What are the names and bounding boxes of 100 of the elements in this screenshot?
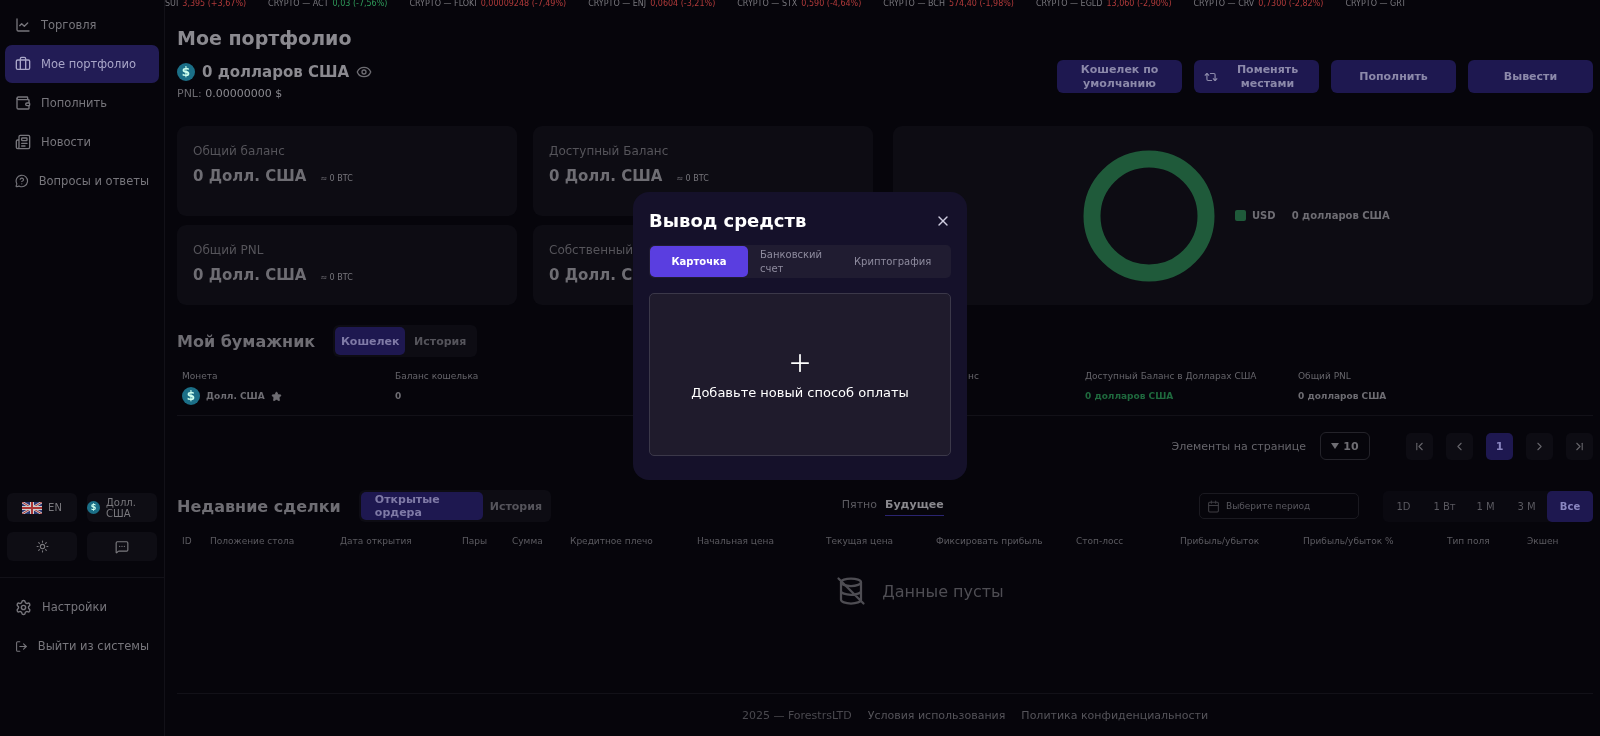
currency-label: Долл. США [106,496,137,519]
market-tab[interactable]: Будущее [885,496,944,516]
ticker-value: 13,060 (-2,90%) [1106,0,1172,8]
ticker-item: CRYPTO — ENJ 0,0604 (-3,21%) [588,0,716,10]
column-header: Баланс кошелька [395,371,479,381]
sidebar-item[interactable]: Новости [5,123,159,161]
add-payment-label: Добавьте новый способ оплаты [691,385,909,400]
action-button[interactable]: Пополнить [1331,60,1456,93]
sidebar-item[interactable]: Торговля [5,6,159,44]
empty-message: Данные пусты [882,581,1004,601]
column-header: Монета [182,371,218,381]
table-cell: 0 [395,391,402,401]
btc-estimate: ≈ 0 BTC [320,174,353,183]
add-payment-method-card[interactable]: Добавьте новый способ оплаты [649,293,951,456]
sidebar-item[interactable]: Пополнить [5,84,159,122]
ticker-item: CRYPTO — EGLD 13,060 (-2,90%) [1035,0,1172,10]
ticker-item: CRYPTO — BCH 574,40 (-1,98%) [883,0,1014,10]
balance-text: 0 долларов США [202,63,350,81]
column-header: Кредитное плечо [570,536,653,546]
column-header: Стоп-лосс [1076,536,1124,546]
column-header: Положение стола [210,536,295,546]
ticker-item: SUI 3,395 (+3,67%) [165,0,247,10]
card-label: Общий PNL [193,243,264,257]
ticker-value: 0,590 (-4,64%) [801,0,862,8]
tab[interactable]: Карточка [650,246,748,277]
last-page-button[interactable] [1566,432,1593,460]
table-cell: 0 долларов США [1085,391,1174,401]
sidebar-item[interactable]: Вопросы и ответы [5,162,159,200]
footer-link[interactable]: Политика конфиденциальности [1021,708,1209,722]
ticker-value: 3,395 (+3,67%) [182,0,247,8]
star-icon[interactable] [270,390,282,402]
column-header: нс [968,371,979,381]
theme-button[interactable] [7,532,77,561]
card-value: 0 Долл. С [549,266,633,284]
legend-value: 0 долларов США [1291,210,1390,221]
page-title: Мое портфолио [177,27,353,49]
column-header: Начальная цена [697,536,774,546]
column-header: Дата открытия [340,536,412,546]
chat-button[interactable] [87,532,157,561]
sidebar-item[interactable]: Настройки [5,588,159,626]
column-header: Прибыль/убыток [1180,536,1260,546]
tab[interactable]: Открытые ордера [360,492,483,520]
column-header: ID [182,536,192,546]
no-data-icon [836,576,867,606]
tab[interactable]: Криптография [842,246,942,277]
footer-link[interactable]: Условия использования [867,708,1006,722]
market-tab[interactable]: Пятно [841,496,878,516]
copyright-text: 2025 — ForestrsLTD [741,708,852,722]
card-value: 0 Долл. США [193,167,307,185]
column-header: Фиксировать прибыль [936,536,1043,546]
caret-icon [1331,443,1340,449]
date-range-field[interactable]: Выберите период [1199,493,1359,519]
calendar-icon [1207,499,1220,513]
tab[interactable]: Кошелек [335,327,406,355]
sidebar-item[interactable]: Мое портфолио [5,45,159,83]
action-button[interactable]: Поменять местами [1194,60,1319,93]
sidebar-item[interactable]: Выйти из системы [5,627,159,665]
period-button[interactable]: 1 Вт [1424,490,1465,522]
page-button[interactable]: 1 [1486,432,1513,460]
dialog-title: Вывод средств [649,210,807,231]
ticker-item: CRYPTO — FLOKI 0,00009248 (-7,49%) [409,0,567,10]
eye-icon[interactable] [356,64,373,80]
flag-icon [22,501,43,514]
first-page-button[interactable] [1406,432,1433,460]
btc-estimate: ≈ 0 BTC [320,273,353,282]
action-button[interactable]: Кошелек по умолчанию [1057,60,1182,93]
table-cell: 0 долларов США [1298,391,1387,401]
card-label: Собственный [549,243,634,257]
tab[interactable]: История [482,492,549,520]
tab[interactable]: Банковский счет [748,246,842,277]
tab[interactable]: История [405,327,476,355]
ticker-value: 0,7300 (-2,82%) [1258,0,1324,8]
ticker-value: 0,00009248 (-7,49%) [480,0,567,8]
period-button[interactable]: Все [1547,490,1593,522]
coin-icon: $ [87,501,100,514]
action-button[interactable]: Вывести [1468,60,1593,93]
page-size-label: Элементы на странице [1171,439,1306,453]
pnl-text: PNL: 0.00000000 $ [177,87,284,100]
ticker-value: 0,03 (-7,56%) [332,0,388,8]
ticker-item: CRYPTO — GRT [1345,0,1407,10]
column-header: Доступный Баланс в Долларах США [1085,371,1257,381]
coin-icon: $ [182,387,200,405]
card-label: Общий баланс [193,144,285,158]
column-header: Тип поля [1447,536,1490,546]
column-header: Текущая цена [826,536,894,546]
card-value: 0 Долл. США [193,266,307,284]
chat-icon [115,539,129,554]
btc-estimate: ≈ 0 BTC [676,174,709,183]
language-button[interactable]: EN [7,493,77,522]
period-button[interactable]: 1 М [1465,490,1506,522]
ticker-item: CRYPTO — ACT 0,03 (-7,56%) [268,0,388,10]
column-header: Сумма [512,536,543,546]
ticker-value: 574,40 (-1,98%) [948,0,1014,8]
section-title: Мой бумажник [177,331,316,351]
legend-label: USD [1252,210,1276,221]
page-size-select[interactable]: 10 [1320,432,1370,460]
period-button[interactable]: 1D [1383,490,1424,522]
period-button[interactable]: 3 М [1506,490,1547,522]
card-value: 0 Долл. США [549,167,663,185]
column-header: Прибыль/убыток % [1303,536,1394,546]
